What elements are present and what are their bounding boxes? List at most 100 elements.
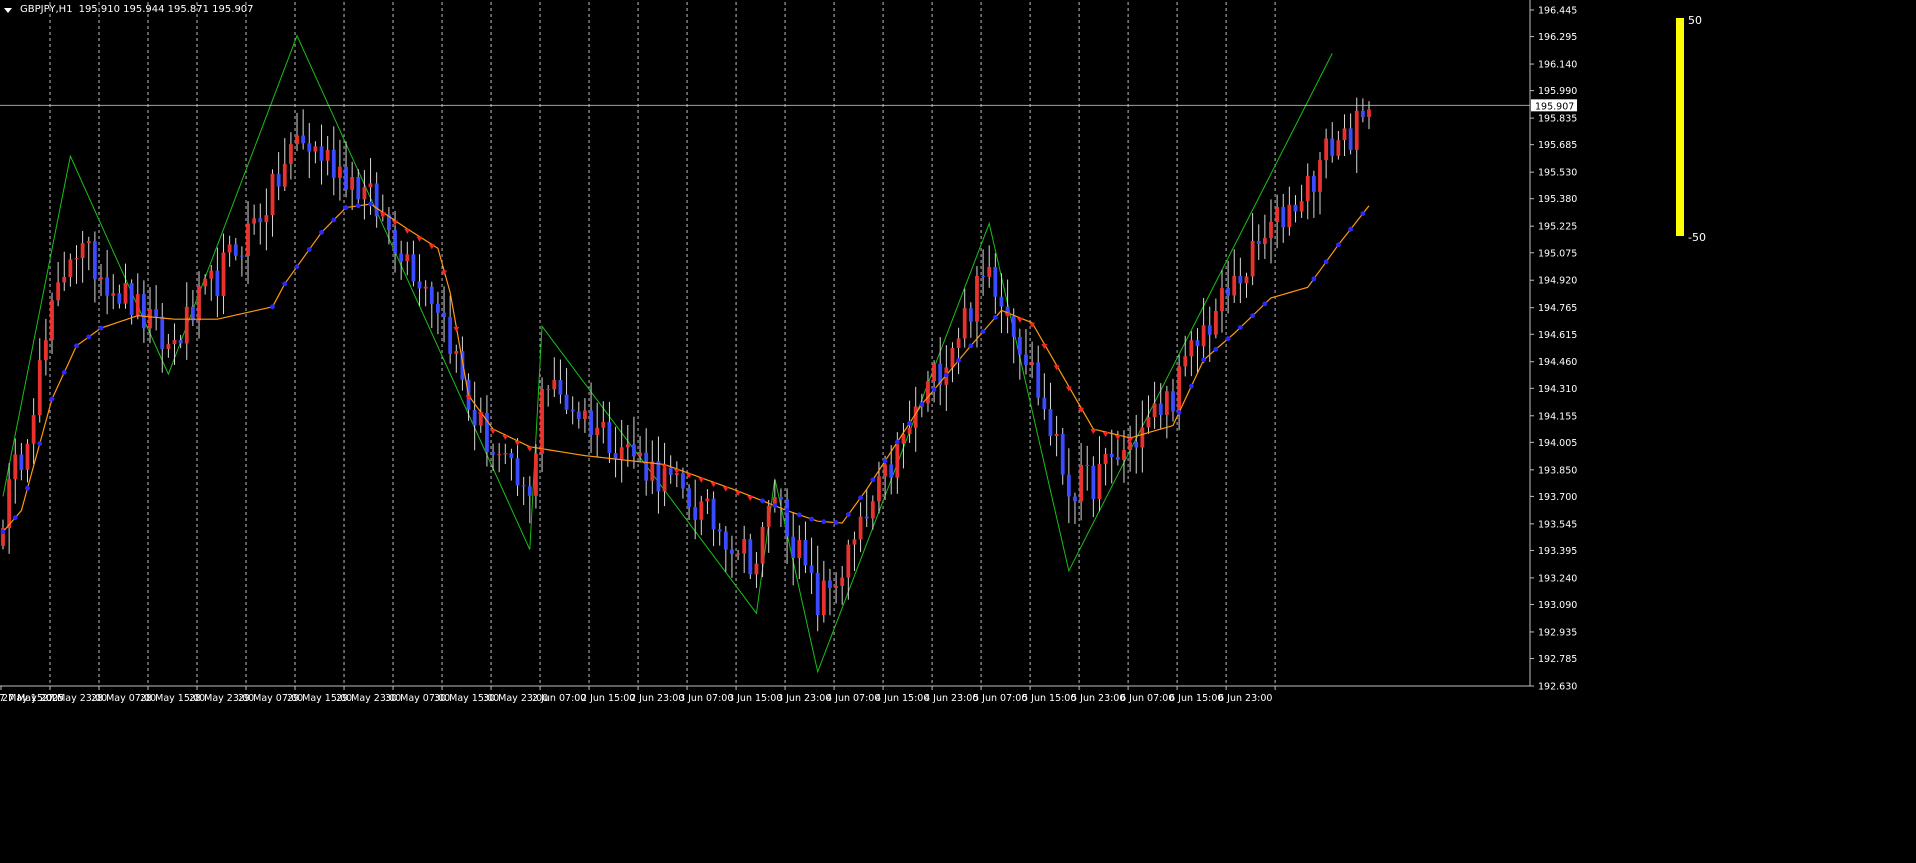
- candle-bear: [1024, 354, 1028, 365]
- candle-bear: [521, 485, 526, 487]
- current-price-text: 195.907: [1535, 101, 1574, 112]
- candle-bull: [1354, 110, 1359, 150]
- candle-bear: [558, 379, 563, 395]
- candle-bear: [981, 275, 985, 277]
- up-dot-marker: [833, 520, 839, 525]
- candle-bear: [785, 499, 789, 537]
- y-tick-label: 194.920: [1538, 276, 1577, 287]
- candle-bull: [1367, 109, 1371, 117]
- candle-bull: [625, 444, 630, 448]
- price-chart[interactable]: 195.907 50 -50 196.445 196.295 196.140 195.9…: [0, 0, 1916, 863]
- symbol-header: GBPJPY,H1 195.910 195.944 195.871 195.90…: [4, 3, 254, 17]
- up-dot-marker: [1360, 211, 1366, 216]
- y-tick-label: 192.785: [1538, 654, 1577, 665]
- y-tick-label: 194.615: [1538, 330, 1577, 341]
- candle-bear: [1011, 315, 1016, 337]
- candle-bear: [809, 565, 814, 573]
- up-dot-marker: [1237, 325, 1243, 330]
- candle-bull: [209, 270, 214, 279]
- candle-bull: [325, 149, 330, 161]
- up-dot-marker: [845, 512, 851, 517]
- candle-bull: [877, 476, 881, 502]
- candle-bull: [846, 544, 851, 578]
- candle-bull: [913, 406, 918, 428]
- up-dot-marker: [1323, 259, 1329, 265]
- y-tick-label: 195.380: [1538, 194, 1577, 205]
- up-dot-marker: [1335, 242, 1341, 248]
- candle-bear: [1171, 391, 1175, 412]
- candle-bull: [362, 187, 367, 200]
- down-arrow-marker: [526, 446, 533, 452]
- y-tick-label: 196.445: [1538, 6, 1577, 17]
- candle-bull: [203, 278, 208, 287]
- collapse-triangle-icon[interactable]: [4, 7, 12, 13]
- candle-bull: [595, 427, 600, 436]
- candle-bull: [540, 388, 544, 454]
- x-tick-label: 2 Jun 07:00: [532, 693, 586, 704]
- candle-bear: [436, 303, 440, 313]
- histogram-bar: [1676, 18, 1684, 236]
- up-dot-marker: [821, 519, 827, 525]
- candle-bear: [258, 218, 263, 223]
- down-arrow-marker: [698, 477, 705, 483]
- candle-bull: [638, 452, 642, 457]
- candle-bear: [723, 531, 728, 550]
- ohlc-readout: 195.910 195.944 195.871 195.907: [78, 4, 254, 15]
- up-dot-marker: [331, 217, 337, 223]
- candle-bull: [1201, 325, 1206, 347]
- candle-bull: [742, 539, 747, 554]
- x-tick-label: 3 Jun 07:00: [679, 693, 733, 704]
- candle-bear: [1048, 409, 1053, 437]
- candle-bull: [699, 501, 704, 520]
- candle-bear: [1066, 474, 1071, 497]
- candle-bull: [883, 464, 887, 477]
- up-dot-marker: [74, 343, 79, 349]
- up-dot-marker: [1348, 226, 1354, 232]
- candles: [1, 97, 1371, 632]
- candle-bear: [19, 454, 24, 470]
- candle-bear: [129, 283, 134, 316]
- candle-bear: [717, 529, 722, 532]
- candle-bull: [166, 344, 171, 349]
- candle-bear: [589, 410, 593, 436]
- candle-bear: [307, 143, 312, 152]
- candle-bear: [417, 281, 422, 289]
- candle-bear: [276, 173, 281, 187]
- candle-bear: [632, 444, 636, 457]
- candle-bull: [184, 306, 189, 344]
- candle-bull: [1213, 311, 1218, 335]
- candle-bull: [1336, 140, 1341, 156]
- candle-bull: [1140, 427, 1145, 448]
- candle-bull: [264, 215, 269, 223]
- candle-bear: [968, 308, 973, 322]
- x-tick-label: 4 Jun 23:00: [924, 693, 978, 704]
- candle-bull: [368, 183, 373, 188]
- candle-bull: [282, 163, 287, 187]
- candle-bear: [509, 453, 514, 459]
- candle-bear: [239, 255, 244, 257]
- chart-window[interactable]: 195.907 50 -50 196.445 196.295 196.140 195.9…: [0, 0, 1916, 863]
- down-arrow-marker: [1016, 317, 1023, 323]
- up-dot-marker: [1188, 383, 1194, 389]
- up-dot-marker: [919, 401, 925, 407]
- candle-bear: [1195, 340, 1200, 347]
- oscillator-histogram: 50 -50: [1676, 14, 1706, 244]
- candle-bull: [552, 379, 557, 390]
- x-tick-label: 2 Jun 15:00: [581, 693, 635, 704]
- candle-bear: [154, 309, 159, 317]
- candle-bear: [472, 409, 477, 426]
- candle-bull: [1177, 366, 1182, 412]
- candle-bear: [1330, 138, 1335, 156]
- candle-bear: [1293, 204, 1298, 212]
- up-dot-marker: [796, 512, 802, 518]
- up-dot-marker: [25, 485, 30, 491]
- up-dot-marker: [882, 458, 888, 464]
- x-tick-label: 4 Jun 07:00: [826, 693, 880, 704]
- candle-bear: [828, 580, 832, 589]
- y-tick-label: 192.630: [1538, 682, 1577, 693]
- x-tick-label: 4 Jun 15:00: [875, 693, 929, 704]
- time-axis[interactable]: 27 May 202527 May 15:0027 May 23:0028 Ma…: [0, 686, 1276, 704]
- candle-bear: [711, 498, 716, 530]
- candle-bear: [515, 458, 520, 486]
- candle-bull: [950, 347, 955, 368]
